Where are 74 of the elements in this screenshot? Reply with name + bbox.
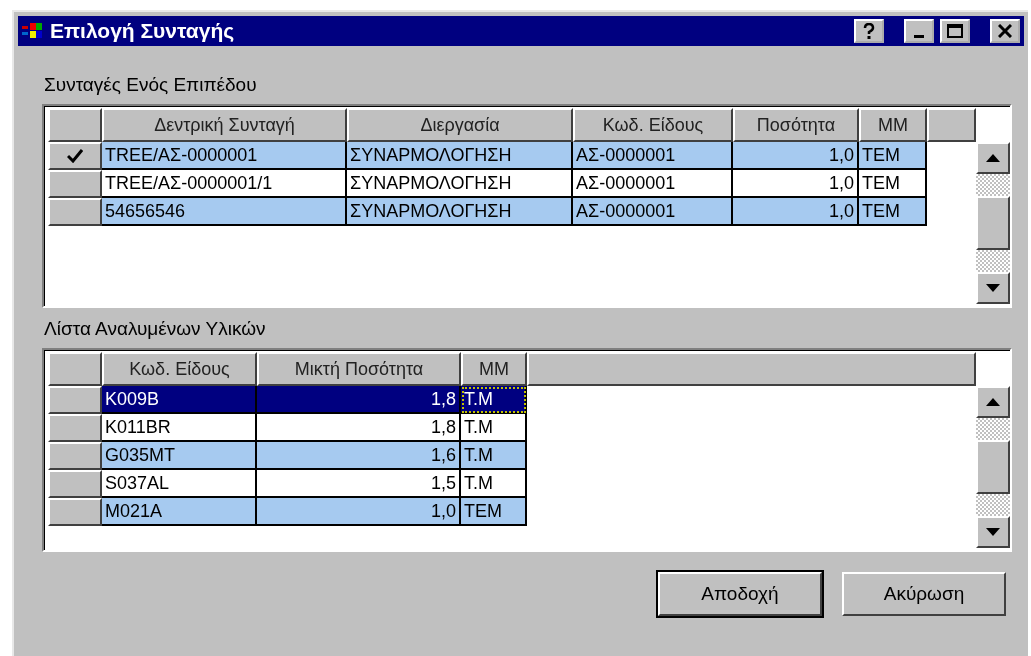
- scroll-up-button[interactable]: [976, 142, 1010, 174]
- column-header[interactable]: Κωδ. Είδους: [102, 352, 257, 386]
- table-cell: ΣΥΝΑΡΜΟΛΟΓΗΣΗ: [347, 170, 573, 198]
- table-cell: 54656546: [102, 198, 347, 226]
- scroll-thumb[interactable]: [976, 196, 1010, 250]
- table-cell: T.M: [461, 470, 527, 498]
- column-header[interactable]: Δεντρική Συνταγή: [102, 108, 347, 142]
- table-cell: ΤΕΜ: [859, 170, 927, 198]
- table-cell: S037AL: [102, 470, 257, 498]
- maximize-button[interactable]: [940, 19, 970, 43]
- minimize-icon: [914, 34, 924, 38]
- row-header[interactable]: [48, 170, 102, 198]
- table-cell: 1,0: [733, 170, 859, 198]
- column-header[interactable]: ΜΜ: [859, 108, 927, 142]
- cancel-button[interactable]: Ακύρωση: [842, 572, 1006, 616]
- row-header[interactable]: [48, 198, 102, 226]
- corner-header: [48, 352, 102, 386]
- table-cell: ΣΥΝΑΡΜΟΛΟΓΗΣΗ: [347, 142, 573, 170]
- up-arrow-icon: [986, 398, 1000, 406]
- column-header[interactable]: ΜΜ: [461, 352, 527, 386]
- scroll-down-button[interactable]: [976, 272, 1010, 304]
- table-cell: M021A: [102, 498, 257, 526]
- table-cell: TREE/ΑΣ-0000001/1: [102, 170, 347, 198]
- table-cell: TEM: [461, 498, 527, 526]
- table-cell: K011BR: [102, 414, 257, 442]
- down-arrow-icon: [986, 284, 1000, 292]
- table-cell: 1,6: [257, 442, 461, 470]
- minimize-button[interactable]: [904, 19, 934, 43]
- column-header[interactable]: Διεργασία: [347, 108, 573, 142]
- table-cell: G035MT: [102, 442, 257, 470]
- scroll-thumb[interactable]: [976, 440, 1010, 494]
- row-header[interactable]: [48, 386, 102, 414]
- down-arrow-icon: [986, 528, 1000, 536]
- table-cell: 1,0: [257, 498, 461, 526]
- table-cell: ΤΕΜ: [859, 198, 927, 226]
- table-cell: 1,8: [257, 386, 461, 414]
- table-cell: 1,0: [733, 142, 859, 170]
- table-cell: ΣΥΝΑΡΜΟΛΟΓΗΣΗ: [347, 198, 573, 226]
- row-header[interactable]: [48, 470, 102, 498]
- section-label: Συνταγές Ενός Επιπέδου: [44, 74, 257, 96]
- row-header[interactable]: [48, 442, 102, 470]
- table-cell: TREE/ΑΣ-0000001: [102, 142, 347, 170]
- table-cell: 1,0: [733, 198, 859, 226]
- table-cell: ΑΣ-0000001: [573, 170, 733, 198]
- up-arrow-icon: [986, 154, 1000, 162]
- table-cell: T.M: [461, 442, 527, 470]
- table-cell: T.M: [461, 414, 527, 442]
- app-icon: [22, 22, 44, 40]
- scroll-down-button[interactable]: [976, 516, 1010, 548]
- close-button[interactable]: [990, 19, 1020, 43]
- column-header[interactable]: Μικτή Ποσότητα: [257, 352, 461, 386]
- accept-button[interactable]: Αποδοχή: [658, 572, 822, 616]
- scroll-up-button[interactable]: [976, 386, 1010, 418]
- table-cell: 1,8: [257, 414, 461, 442]
- window-title: Επιλογή Συνταγής: [50, 19, 236, 43]
- close-icon: [998, 24, 1012, 38]
- column-header[interactable]: Κωδ. Είδους: [573, 108, 733, 142]
- question-mark-icon: [863, 23, 875, 39]
- table-cell: ΑΣ-0000001: [573, 142, 733, 170]
- table-cell: T.M: [461, 386, 527, 414]
- row-header[interactable]: [48, 498, 102, 526]
- corner-header: [48, 108, 102, 142]
- table-cell: 1,5: [257, 470, 461, 498]
- table-cell: ΤΕΜ: [859, 142, 927, 170]
- help-button[interactable]: [854, 19, 884, 43]
- checkmark-icon: [67, 149, 83, 163]
- row-header[interactable]: [48, 414, 102, 442]
- section-label: Λίστα Αναλυμένων Υλικών: [44, 318, 266, 340]
- table-cell: K009B: [102, 386, 257, 414]
- column-header[interactable]: Ποσότητα: [733, 108, 859, 142]
- row-header[interactable]: [48, 142, 102, 170]
- column-header: [927, 108, 976, 142]
- maximize-icon: [947, 24, 963, 38]
- table-cell: ΑΣ-0000001: [573, 198, 733, 226]
